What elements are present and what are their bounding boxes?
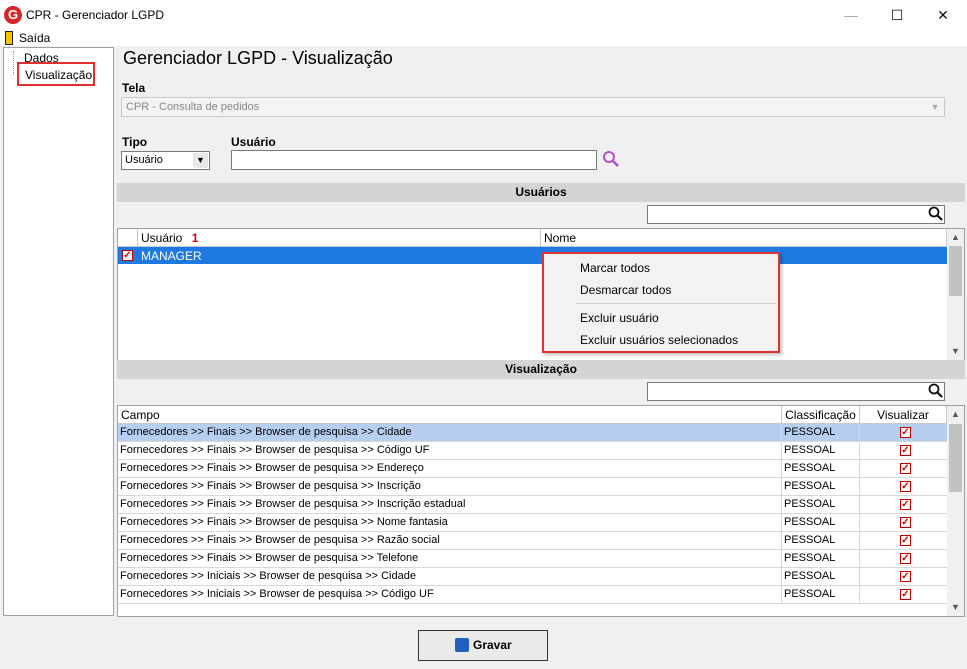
visualizar-checkbox[interactable]: ✓ <box>900 589 911 600</box>
row-checkbox[interactable]: ✓ <box>122 250 133 261</box>
page-title: Gerenciador LGPD - Visualização <box>123 48 393 68</box>
visualizar-checkbox[interactable]: ✓ <box>900 553 911 564</box>
vis-cell-classificacao: PESSOAL <box>782 496 860 514</box>
exit-door-icon[interactable] <box>5 31 13 45</box>
scroll-down-icon[interactable]: ▼ <box>947 343 964 360</box>
close-icon[interactable]: ✕ <box>920 0 966 30</box>
tree-item-visualizacao[interactable]: Visualização <box>17 62 95 86</box>
table-row[interactable]: Fornecedores >> Finais >> Browser de pes… <box>118 550 947 568</box>
ctx-excluir-usuario[interactable]: Excluir usuário <box>580 311 659 325</box>
visualizar-checkbox[interactable]: ✓ <box>900 463 911 474</box>
visualizar-checkbox[interactable]: ✓ <box>900 427 911 438</box>
vis-cell-campo: Fornecedores >> Finais >> Browser de pes… <box>118 514 782 532</box>
scroll-up-icon[interactable]: ▲ <box>947 229 964 246</box>
users-scrollbar-thumb[interactable] <box>949 246 962 296</box>
minimize-icon[interactable]: — <box>828 0 874 30</box>
vis-cell-classificacao: PESSOAL <box>782 586 860 604</box>
table-row[interactable]: Fornecedores >> Finais >> Browser de pes… <box>118 532 947 550</box>
users-section-header: Usuários <box>117 183 965 202</box>
users-col-usuario[interactable]: Usuário 1 <box>138 229 541 247</box>
table-row[interactable]: Fornecedores >> Finais >> Browser de pes… <box>118 460 947 478</box>
vis-cell-campo: Fornecedores >> Finais >> Browser de pes… <box>118 478 782 496</box>
vis-cell-campo: Fornecedores >> Iniciais >> Browser de p… <box>118 568 782 586</box>
visualizar-checkbox[interactable]: ✓ <box>900 571 911 582</box>
tipo-label: Tipo <box>122 135 148 149</box>
table-row[interactable]: Fornecedores >> Finais >> Browser de pes… <box>118 424 947 442</box>
tipo-select[interactable]: Usuário ▼ <box>121 151 210 170</box>
ctx-marcar-todos[interactable]: Marcar todos <box>580 261 650 275</box>
table-row[interactable]: Fornecedores >> Iniciais >> Browser de p… <box>118 586 947 604</box>
vis-col-campo[interactable]: Campo <box>118 406 782 424</box>
context-menu-separator <box>576 303 776 304</box>
tree-connector <box>13 51 14 75</box>
visualizar-checkbox[interactable]: ✓ <box>900 499 911 510</box>
gravar-button[interactable]: Gravar <box>418 630 548 661</box>
vis-scrollbar-thumb[interactable] <box>949 424 962 492</box>
vis-col-classificacao[interactable]: Classificação <box>782 406 860 424</box>
table-row[interactable]: Fornecedores >> Finais >> Browser de pes… <box>118 514 947 532</box>
tela-select[interactable]: CPR - Consulta de pedidos ▼ <box>121 97 945 117</box>
visualizar-checkbox[interactable]: ✓ <box>900 535 911 546</box>
visualizar-checkbox[interactable]: ✓ <box>900 481 911 492</box>
scroll-down-icon[interactable]: ▼ <box>947 599 964 616</box>
window-title: CPR - Gerenciador LGPD <box>26 8 165 22</box>
vis-cell-classificacao: PESSOAL <box>782 460 860 478</box>
context-menu: Marcar todos Desmarcar todos Excluir usu… <box>542 252 780 353</box>
table-row[interactable]: Fornecedores >> Iniciais >> Browser de p… <box>118 568 947 586</box>
users-col-nome[interactable]: Nome <box>541 229 947 247</box>
menu-saida[interactable]: Saída <box>19 31 50 45</box>
tela-label: Tela <box>122 81 146 95</box>
table-row[interactable] <box>118 247 947 264</box>
visualizacao-grid: Campo Classificação Visualizar Fornecedo… <box>117 405 965 617</box>
navigation-tree <box>3 47 114 616</box>
vis-cell-campo: Fornecedores >> Finais >> Browser de pes… <box>118 442 782 460</box>
vis-cell-campo: Fornecedores >> Iniciais >> Browser de p… <box>118 586 782 604</box>
visualizar-checkbox[interactable]: ✓ <box>900 517 911 528</box>
save-icon <box>455 638 469 652</box>
vis-cell-classificacao: PESSOAL <box>782 478 860 496</box>
users-col-check <box>118 229 138 247</box>
vis-search-input[interactable] <box>647 382 945 401</box>
users-col-usuario-label: Usuário <box>141 231 183 245</box>
scroll-up-icon[interactable]: ▲ <box>947 406 964 423</box>
app-logo-icon: G <box>4 6 22 24</box>
tela-select-value: CPR - Consulta de pedidos <box>126 101 260 113</box>
users-search-input[interactable] <box>647 205 945 224</box>
search-icon[interactable] <box>927 382 945 400</box>
maximize-icon[interactable]: ☐ <box>874 0 920 30</box>
table-row[interactable]: Fornecedores >> Finais >> Browser de pes… <box>118 442 947 460</box>
chevron-down-icon: ▼ <box>930 102 940 112</box>
search-icon[interactable] <box>601 149 621 169</box>
vis-section-header: Visualização <box>117 360 965 379</box>
ctx-desmarcar-todos[interactable]: Desmarcar todos <box>580 283 671 297</box>
vis-cell-campo: Fornecedores >> Finais >> Browser de pes… <box>118 424 782 442</box>
ctx-excluir-selecionados[interactable]: Excluir usuários selecionados <box>580 333 738 347</box>
vis-cell-classificacao: PESSOAL <box>782 568 860 586</box>
gravar-label: Gravar <box>473 638 512 652</box>
chevron-down-icon: ▼ <box>193 153 208 168</box>
vis-cell-campo: Fornecedores >> Finais >> Browser de pes… <box>118 550 782 568</box>
vis-cell-classificacao: PESSOAL <box>782 442 860 460</box>
usuario-label: Usuário <box>231 135 276 149</box>
sort-asc-icon: 1 <box>191 231 199 245</box>
users-row-usuario: MANAGER <box>141 249 202 263</box>
table-row[interactable]: Fornecedores >> Finais >> Browser de pes… <box>118 496 947 514</box>
search-icon[interactable] <box>927 205 945 223</box>
vis-cell-campo: Fornecedores >> Finais >> Browser de pes… <box>118 460 782 478</box>
vis-col-visualizar[interactable]: Visualizar <box>860 406 947 424</box>
table-row[interactable]: Fornecedores >> Finais >> Browser de pes… <box>118 478 947 496</box>
vis-cell-classificacao: PESSOAL <box>782 514 860 532</box>
usuario-input[interactable] <box>231 150 597 170</box>
vis-cell-campo: Fornecedores >> Finais >> Browser de pes… <box>118 496 782 514</box>
vis-rows: Fornecedores >> Finais >> Browser de pes… <box>118 424 947 616</box>
tree-item-visualizacao-label: Visualização <box>25 68 93 82</box>
tipo-select-value: Usuário <box>125 154 163 166</box>
menu-bar <box>0 30 967 46</box>
vis-cell-classificacao: PESSOAL <box>782 550 860 568</box>
vis-cell-classificacao: PESSOAL <box>782 532 860 550</box>
vis-cell-classificacao: PESSOAL <box>782 424 860 442</box>
vis-cell-campo: Fornecedores >> Finais >> Browser de pes… <box>118 532 782 550</box>
visualizar-checkbox[interactable]: ✓ <box>900 445 911 456</box>
